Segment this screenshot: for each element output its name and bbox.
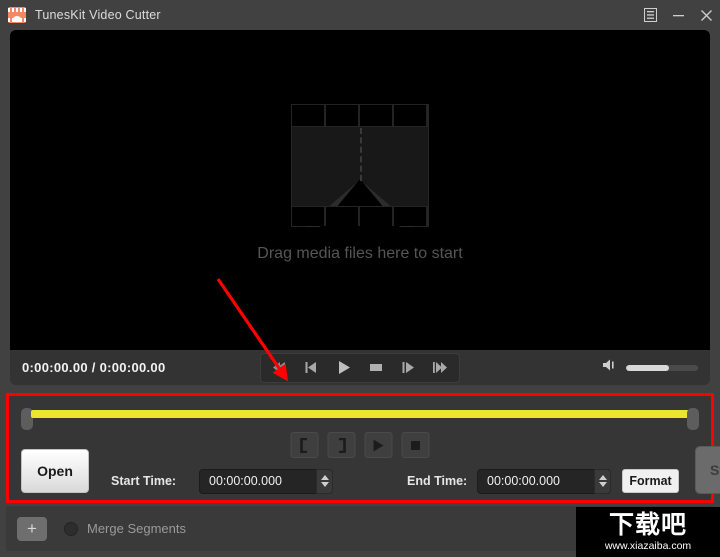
preview-play-button[interactable] (364, 432, 393, 458)
menu-icon[interactable] (636, 0, 664, 30)
volume-control[interactable] (602, 358, 698, 377)
player-control-bar: 0:00:00.00 / 0:00:00.00 (10, 350, 710, 385)
title-bar: TunesKit Video Cutter (0, 0, 720, 30)
play-button[interactable] (329, 356, 359, 380)
video-preview-panel[interactable]: Drag media files here to start (10, 30, 710, 350)
set-end-marker-button[interactable] (327, 432, 356, 458)
start-button[interactable]: Start (695, 446, 720, 494)
merge-segments-checkbox[interactable] (64, 521, 78, 536)
marker-buttons (290, 432, 430, 458)
app-window: TunesKit Video Cutter Drag media files h… (0, 0, 720, 557)
window-title: TunesKit Video Cutter (35, 8, 161, 22)
editor-section: Open Start Time: 00:00:00.000 End Time: … (6, 393, 720, 504)
film-strip-cut-icon (291, 103, 429, 227)
add-segment-button[interactable]: + (17, 516, 47, 541)
watermark-logo: 下载吧 (608, 510, 687, 539)
transport-controls (260, 352, 460, 383)
close-icon[interactable] (692, 0, 720, 30)
step-backward-button[interactable] (297, 356, 327, 380)
time-readout: 0:00:00.00 / 0:00:00.00 (22, 360, 166, 375)
step-forward-button[interactable] (393, 356, 423, 380)
site-watermark: 下载吧 www.xiazaiba.com (576, 507, 720, 557)
end-time-increment-icon[interactable] (598, 475, 607, 480)
start-time-stepper[interactable] (316, 468, 333, 494)
window-controls (636, 0, 720, 30)
start-time-increment-icon[interactable] (320, 475, 329, 480)
trim-timeline[interactable] (21, 408, 699, 430)
end-time-decrement-icon[interactable] (598, 482, 607, 487)
end-time-label: End Time: (407, 474, 468, 488)
volume-slider-fill (626, 364, 670, 371)
volume-slider[interactable] (626, 364, 698, 371)
film-strip-icon (8, 7, 26, 23)
trim-end-handle[interactable] (687, 408, 699, 430)
open-button[interactable]: Open (21, 449, 89, 493)
set-start-marker-button[interactable] (290, 432, 319, 458)
start-time-label: Start Time: (111, 474, 177, 488)
start-time-decrement-icon[interactable] (320, 482, 329, 487)
preview-stop-button[interactable] (401, 432, 430, 458)
start-time-input[interactable]: 00:00:00.000 (199, 468, 333, 494)
end-time-input[interactable]: 00:00:00.000 (477, 468, 611, 494)
trim-timeline-row (9, 402, 711, 432)
dropzone-label: Drag media files here to start (257, 244, 463, 262)
watermark-url: www.xiazaiba.com (604, 539, 692, 552)
next-segment-button[interactable] (425, 356, 455, 380)
end-time-stepper[interactable] (594, 468, 611, 494)
minimize-icon[interactable] (664, 0, 692, 30)
merge-segments-label: Merge Segments (87, 521, 186, 536)
media-dropzone[interactable]: Drag media files here to start (10, 30, 710, 350)
format-button[interactable]: Format (622, 469, 679, 493)
previous-segment-button[interactable] (265, 356, 295, 380)
trim-range-bar[interactable] (31, 410, 689, 418)
stop-button[interactable] (361, 356, 391, 380)
volume-icon[interactable] (602, 358, 619, 377)
editor-controls-row: Open Start Time: 00:00:00.000 End Time: … (9, 446, 720, 504)
